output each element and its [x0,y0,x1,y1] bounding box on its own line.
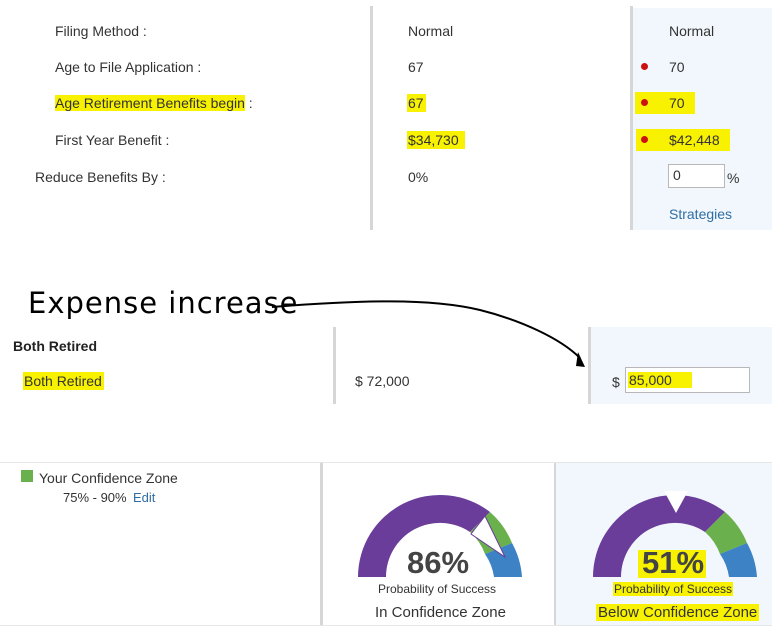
gauge-current-value: 86% [407,545,470,580]
benefits-begin-proposed: 70 [669,95,685,111]
file-age-proposed: 70 [669,59,685,75]
gauge-proposed-caption: Below Confidence Zone [596,604,760,621]
expense-section-header: Both Retired [13,338,97,354]
edit-confidence-link[interactable]: Edit [133,489,155,507]
column-divider [320,463,323,625]
changed-indicator-dot [641,63,648,70]
filing-method-proposed: Normal [669,23,715,39]
expense-row-label: Both Retired [23,372,104,390]
confidence-zone-range: 75% - 90% [63,490,127,505]
benefits-begin-current: 67 [407,94,426,112]
column-divider [370,6,373,230]
confidence-zone-swatch [21,470,33,482]
changed-indicator-dot [641,99,648,106]
currency-symbol: $ [612,374,620,390]
reduce-benefits-label: Reduce Benefits By : [35,169,166,185]
gauge-current-caption: In Confidence Zone [375,604,506,621]
reduce-benefits-input[interactable]: 0 [668,164,725,188]
changed-indicator-dot [641,136,648,143]
arrow-line [271,300,581,359]
filing-method-label: Filing Method : [55,23,147,39]
benefits-begin-label: Age Retirement Benefits begin : [55,94,253,112]
confidence-zone-label: Your Confidence Zone [39,470,178,486]
reduce-benefits-current: 0% [408,169,429,185]
strategies-link[interactable]: Strategies [669,205,732,223]
expense-current-value: $ 72,000 [355,373,410,389]
column-divider [333,327,336,404]
first-year-benefit-current: $34,730 [407,131,465,149]
file-age-current: 67 [408,59,424,75]
first-year-benefit-label: First Year Benefit : [55,132,170,148]
gauge-current-subtitle: Probability of Success [378,582,497,596]
section-bottom-border [0,625,772,626]
benefits-begin-label-colon: : [244,95,253,111]
gauge-proposed-subtitle: Probability of Success [613,582,734,596]
file-age-label: Age to File Application : [55,59,202,75]
column-divider [630,6,633,230]
percent-unit: % [727,170,740,186]
proposed-benefits-panel [633,8,772,230]
filing-method-current: Normal [408,23,454,39]
benefits-begin-label-text: Age Retirement Benefits begin [55,95,245,111]
first-year-benefit-proposed: $42,448 [669,132,720,148]
column-divider [588,327,591,404]
gauge-proposed-value: 51% [642,545,705,580]
expense-amount-value: 85,000 [628,372,692,388]
expense-amount-input[interactable]: 85,000 [625,367,750,393]
column-divider [554,463,556,625]
handwritten-text: Expense increase [28,286,299,320]
